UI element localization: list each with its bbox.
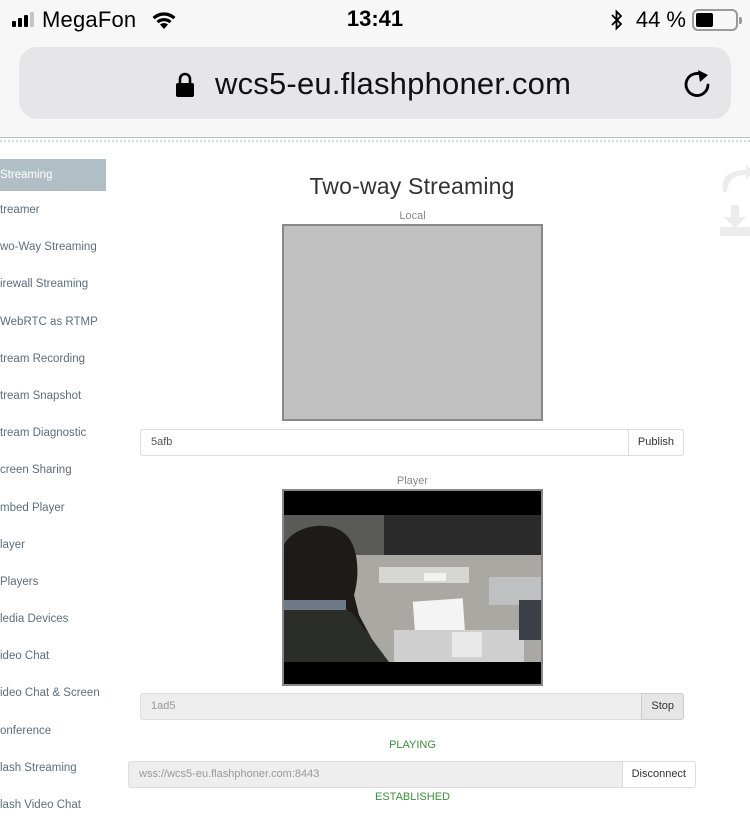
sidebar-item-label: lash Video Chat — [0, 799, 81, 811]
sidebar-item[interactable]: tream Snapshot — [0, 380, 106, 417]
sidebar-item-label: WebRTC as RTMP — [0, 315, 98, 328]
sidebar-item-label: tream Recording — [0, 352, 86, 365]
battery-level — [696, 13, 713, 27]
reload-icon[interactable] — [681, 66, 713, 100]
sidebar-item-label: creen Sharing — [0, 464, 72, 477]
sidebar-nav: Streaming treamer wo-Way Streaming irewall … — [0, 159, 106, 826]
sidebar-item-label: mbed Player — [0, 501, 65, 514]
disconnect-button[interactable]: Disconnect — [621, 761, 696, 788]
sidebar-item[interactable]: irewall Streaming — [0, 268, 106, 305]
sidebar-item[interactable]: mbed Player — [0, 492, 106, 529]
remote-video — [282, 489, 543, 686]
sidebar-item-label: onference — [0, 724, 52, 737]
sidebar-item-label: Players — [0, 575, 39, 588]
sidebar-item-label: treamer — [0, 204, 40, 216]
floating-toolbar — [718, 160, 750, 242]
sidebar-item[interactable]: tream Recording — [0, 343, 106, 380]
sidebar-item[interactable]: lash Streaming — [0, 752, 106, 789]
video-frame — [284, 515, 541, 662]
player-label: Player — [396, 475, 429, 487]
publish-form: 5afb Publish — [140, 429, 684, 456]
sidebar-item-label: layer — [0, 538, 25, 551]
play-form: 1ad5 Stop — [140, 693, 684, 720]
ios-status-bar: MegaFon 13:41 44 % — [0, 0, 750, 40]
sidebar-item[interactable]: WebRTC as RTMP — [0, 306, 106, 343]
stop-button[interactable]: Stop — [641, 693, 684, 720]
sidebar-item[interactable]: Players — [0, 566, 106, 603]
sidebar-item[interactable]: ideo Chat & Screen — [0, 677, 106, 714]
sidebar-item[interactable]: ledia Devices — [0, 603, 106, 640]
publish-stream-input[interactable]: 5afb — [140, 429, 628, 456]
sidebar-item[interactable]: Streaming — [0, 159, 106, 191]
sidebar-item[interactable]: layer — [0, 529, 106, 566]
server-url-input[interactable]: wss://wcs5-eu.flashphoner.com:8443 — [128, 761, 622, 788]
connection-form: wss://wcs5-eu.flashphoner.com:8443 Disco… — [128, 761, 696, 788]
status-right: 44 % — [610, 7, 742, 33]
page-title: Two-way Streaming — [309, 173, 515, 199]
sidebar-item[interactable]: onference — [0, 715, 106, 752]
player-status: PLAYING — [389, 739, 436, 751]
sidebar-item-label: wo-Way Streaming — [0, 241, 97, 254]
sidebar-item-label: Streaming — [0, 169, 53, 181]
download-icon[interactable] — [718, 203, 750, 237]
sidebar-item-label: ideo Chat & Screen — [0, 687, 100, 700]
sidebar-item-label: tream Diagnostic — [0, 427, 87, 440]
sidebar-item[interactable]: lash Video Chat — [0, 789, 106, 826]
sidebar-item[interactable]: ideo Chat — [0, 640, 106, 677]
local-label: Local — [399, 210, 426, 222]
sidebar-item-label: tream Snapshot — [0, 389, 82, 402]
sidebar-item[interactable]: creen Sharing — [0, 454, 106, 491]
bluetooth-icon — [611, 9, 623, 31]
sidebar-item[interactable]: treamer — [0, 194, 106, 231]
connection-status: ESTABLISHED — [375, 791, 450, 803]
local-video — [282, 224, 543, 421]
play-stream-input[interactable]: 1ad5 — [140, 693, 642, 720]
sidebar-item[interactable]: tream Diagnostic — [0, 417, 106, 454]
battery-percent: 44 % — [635, 7, 686, 32]
url-text[interactable]: wcs5-eu.flashphoner.com — [215, 66, 571, 102]
battery-icon — [692, 9, 742, 31]
page-divider — [0, 140, 750, 142]
address-bar[interactable]: wcs5-eu.flashphoner.com — [19, 47, 731, 119]
lock-icon — [176, 72, 194, 97]
browser-toolbar: wcs5-eu.flashphoner.com — [0, 40, 750, 138]
sidebar-item-label: ideo Chat — [0, 650, 50, 663]
sidebar-item-label: lash Streaming — [0, 761, 77, 774]
publish-button[interactable]: Publish — [627, 429, 684, 456]
sidebar-item-label: irewall Streaming — [0, 278, 89, 291]
sidebar-item-label: ledia Devices — [0, 613, 69, 626]
sidebar-item[interactable]: wo-Way Streaming — [0, 231, 106, 268]
share-icon[interactable] — [718, 160, 750, 194]
